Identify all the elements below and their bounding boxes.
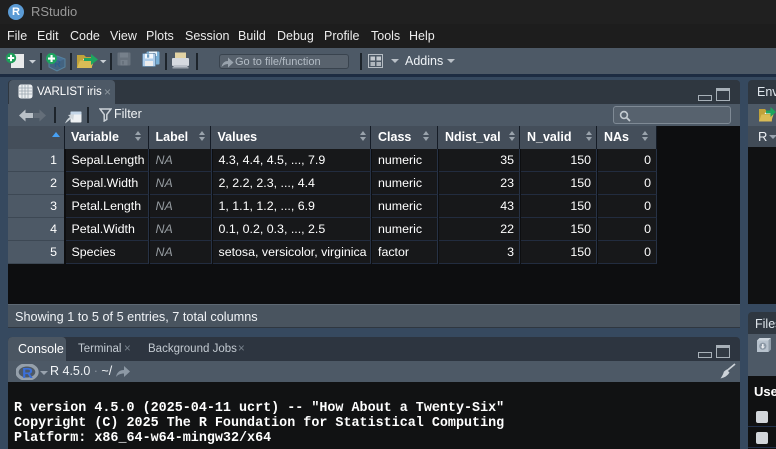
svg-text:R: R — [22, 365, 33, 380]
